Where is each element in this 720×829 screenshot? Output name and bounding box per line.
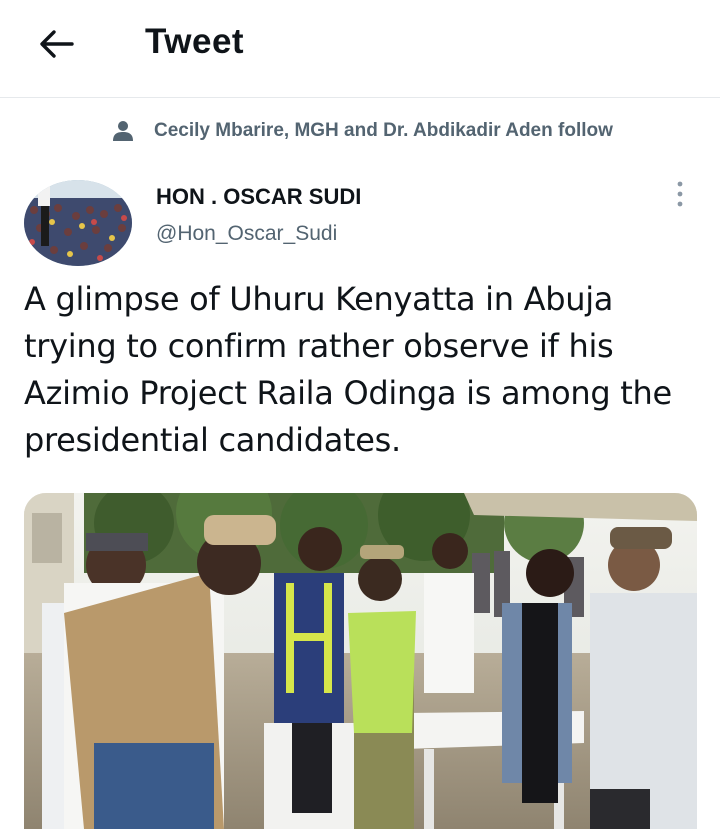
social-context-text[interactable]: Cecily Mbarire, MGH and Dr. Abdikadir Ad…	[154, 120, 613, 142]
avatar[interactable]	[24, 180, 132, 266]
tweet-photo[interactable]	[24, 493, 697, 829]
social-context: Cecily Mbarire, MGH and Dr. Abdikadir Ad…	[110, 117, 613, 145]
back-button[interactable]	[34, 24, 78, 64]
more-options-button[interactable]	[664, 176, 696, 212]
author-handle[interactable]: @Hon_Oscar_Sudi	[156, 222, 337, 246]
tweet-text: A glimpse of Uhuru Kenyatta in Abuja try…	[24, 280, 672, 459]
top-bar: Tweet	[0, 0, 720, 98]
arrow-left-icon	[40, 30, 74, 58]
author-name[interactable]: HON . OSCAR SUDI	[156, 184, 361, 210]
more-vertical-icon	[677, 181, 683, 207]
person-icon	[110, 118, 136, 144]
page-title: Tweet	[145, 22, 245, 61]
